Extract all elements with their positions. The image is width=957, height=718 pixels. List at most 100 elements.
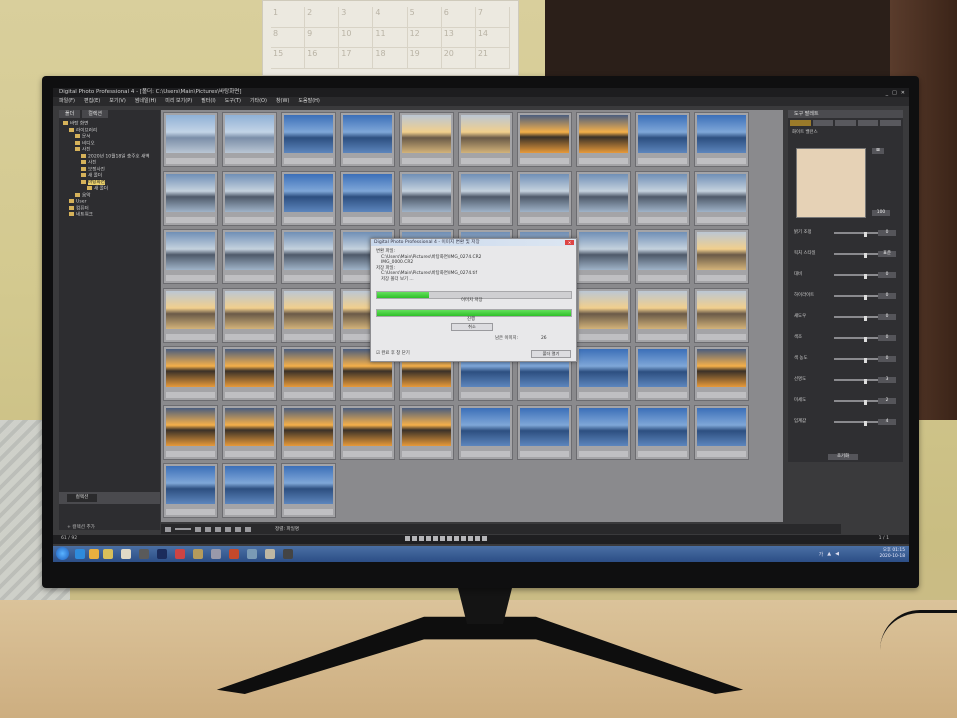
- folder-tree-item[interactable]: 네트워크: [63, 212, 160, 219]
- view-large-icon[interactable]: [215, 526, 221, 532]
- adjustment-value[interactable]: 표준: [878, 251, 896, 257]
- menu-window[interactable]: 창(W): [276, 97, 289, 106]
- photo-thumbnail[interactable]: [281, 229, 336, 284]
- photo-thumbnail[interactable]: [222, 112, 277, 167]
- adjustment-row[interactable]: 대비 0: [794, 272, 898, 279]
- photo-thumbnail[interactable]: [576, 229, 631, 284]
- menu-tools[interactable]: 도구(T): [225, 97, 241, 106]
- adjustment-slider[interactable]: [834, 316, 878, 321]
- cancel-button[interactable]: 취소: [451, 323, 493, 331]
- photo-thumbnail[interactable]: [576, 170, 631, 226]
- arrow-icon[interactable]: [482, 536, 487, 541]
- menu-file[interactable]: 파일(F): [59, 97, 75, 106]
- photo-thumbnail[interactable]: [163, 404, 218, 460]
- slider-knob[interactable]: [864, 253, 867, 258]
- photo-thumbnail[interactable]: [163, 112, 218, 167]
- folder-icon[interactable]: [121, 549, 131, 559]
- volume-icon[interactable]: ◀: [835, 551, 839, 558]
- photo-thumbnail[interactable]: [458, 112, 513, 167]
- photo-thumbnail[interactable]: [340, 170, 395, 226]
- menu-help[interactable]: 도움말(H): [298, 97, 319, 106]
- network-icon[interactable]: ▲: [827, 551, 831, 558]
- adjustment-value[interactable]: 0: [878, 272, 896, 278]
- photo-thumbnail[interactable]: [163, 463, 218, 518]
- start-button[interactable]: [56, 547, 69, 560]
- photo-thumbnail[interactable]: [694, 404, 749, 460]
- photo-thumbnail[interactable]: [281, 463, 336, 518]
- adjustment-row[interactable]: 선명도 3: [794, 377, 898, 384]
- tab-basic[interactable]: [790, 120, 811, 126]
- zoom-select[interactable]: 100: [872, 210, 890, 216]
- clock[interactable]: 오후 01:15 2020-10-18: [879, 548, 905, 559]
- adjustment-row[interactable]: 색 농도 0: [794, 356, 898, 363]
- photo-thumbnail[interactable]: [458, 170, 513, 226]
- adjustment-slider[interactable]: [834, 379, 878, 384]
- close-when-done-checkbox[interactable]: ☑ 완료 후 창 닫기: [371, 351, 410, 357]
- photo-thumbnail[interactable]: [281, 404, 336, 460]
- photo-thumbnail[interactable]: [163, 287, 218, 343]
- view-detail-icon[interactable]: [235, 526, 241, 532]
- photo-thumbnail[interactable]: [281, 112, 336, 167]
- slider-knob[interactable]: [864, 421, 867, 426]
- photo-thumbnail[interactable]: [517, 170, 572, 226]
- adjustment-value[interactable]: 2: [878, 398, 896, 404]
- ie-icon[interactable]: [75, 549, 85, 559]
- menu-thumbnail[interactable]: 썸네일(H): [135, 97, 156, 106]
- photoshop-icon[interactable]: [157, 549, 167, 559]
- photo-thumbnail[interactable]: [576, 404, 631, 460]
- eyedropper-icon[interactable]: ⊠: [872, 148, 884, 154]
- photo-thumbnail[interactable]: [222, 346, 277, 401]
- slider-knob[interactable]: [864, 295, 867, 300]
- adjustment-slider[interactable]: [834, 421, 878, 426]
- slider-knob[interactable]: [864, 358, 867, 363]
- star-icon[interactable]: [426, 536, 431, 541]
- view-grid-icon[interactable]: [205, 526, 211, 532]
- adjustment-slider[interactable]: [834, 337, 878, 342]
- language-indicator[interactable]: 가: [819, 551, 824, 558]
- adjustment-value[interactable]: 0: [878, 293, 896, 299]
- adjustment-row[interactable]: 픽처 스타일 표준: [794, 251, 898, 258]
- flag-icon[interactable]: [454, 536, 459, 541]
- photo-thumbnail[interactable]: [399, 404, 454, 460]
- menu-view[interactable]: 보기(V): [109, 97, 126, 106]
- adjustment-value[interactable]: 4: [878, 419, 896, 425]
- photo-thumbnail[interactable]: [340, 112, 395, 167]
- slider-knob[interactable]: [864, 316, 867, 321]
- adjustment-slider[interactable]: [834, 274, 878, 279]
- slider-knob[interactable]: [864, 337, 867, 342]
- star-icon[interactable]: [419, 536, 424, 541]
- tab-detail[interactable]: [857, 120, 879, 126]
- adjustment-slider[interactable]: [834, 295, 878, 300]
- app-icon[interactable]: [229, 549, 239, 559]
- photo-thumbnail[interactable]: [694, 287, 749, 343]
- photo-thumbnail[interactable]: [281, 346, 336, 401]
- dialog-close-button[interactable]: ✕: [565, 240, 574, 245]
- tab-folder[interactable]: 폴더: [59, 110, 81, 118]
- photo-thumbnail[interactable]: [222, 404, 277, 460]
- adjustment-slider[interactable]: [834, 232, 878, 237]
- tab-lens[interactable]: [880, 120, 901, 126]
- chrome-icon[interactable]: [89, 549, 99, 559]
- add-collection-button[interactable]: + 컬렉션 추가: [67, 524, 95, 530]
- slider-knob[interactable]: [864, 232, 867, 237]
- photo-thumbnail[interactable]: [163, 346, 218, 401]
- rotate-left-icon[interactable]: [405, 536, 410, 541]
- adjustment-value[interactable]: 0: [878, 356, 896, 362]
- adjustment-value[interactable]: 0: [878, 230, 896, 236]
- zoom-slider-icon[interactable]: [175, 528, 191, 530]
- menu-preview[interactable]: 미리 보기(P): [165, 97, 192, 106]
- app-icon[interactable]: [193, 549, 203, 559]
- photo-thumbnail[interactable]: [576, 346, 631, 401]
- photo-thumbnail[interactable]: [576, 287, 631, 343]
- star-icon[interactable]: [433, 536, 438, 541]
- adjustment-value[interactable]: 0: [878, 314, 896, 320]
- photo-thumbnail[interactable]: [635, 112, 690, 167]
- photo-thumbnail[interactable]: [635, 170, 690, 226]
- adjustment-value[interactable]: 3: [878, 377, 896, 383]
- photo-thumbnail[interactable]: [399, 170, 454, 226]
- adjustment-row[interactable]: 밝기 조정 0: [794, 230, 898, 237]
- photo-thumbnail[interactable]: [281, 170, 336, 226]
- dpp-icon[interactable]: [283, 549, 293, 559]
- adjustment-slider[interactable]: [834, 253, 878, 258]
- photo-thumbnail[interactable]: [163, 170, 218, 226]
